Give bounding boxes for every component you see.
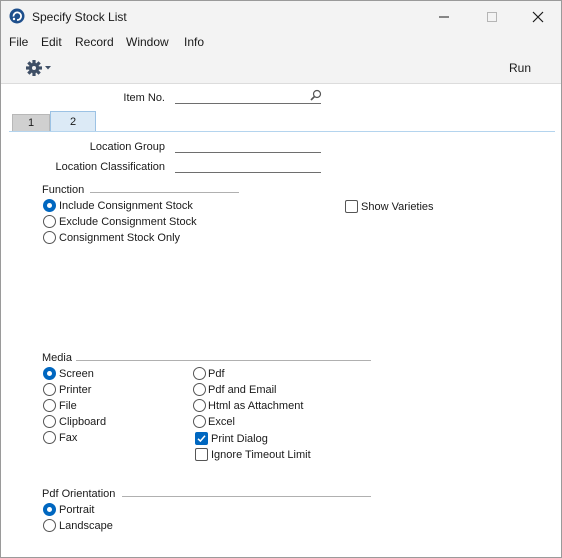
menu-info[interactable]: Info: [184, 35, 204, 49]
menu-file[interactable]: File: [9, 35, 28, 49]
minimize-button[interactable]: [421, 1, 467, 32]
html-as-attachment-label: Html as Attachment: [208, 400, 304, 412]
ignore-timeout-limit-label: Ignore Timeout Limit: [211, 449, 311, 461]
radio-pdf[interactable]: [193, 367, 206, 380]
exclude-consignment-stock-label: Exclude Consignment Stock: [59, 216, 197, 228]
checkmark-icon: [197, 435, 206, 443]
landscape-label: Landscape: [59, 520, 113, 532]
radio-pdf-and-email[interactable]: [193, 383, 206, 396]
excel-label: Excel: [208, 416, 235, 428]
radio-consignment-stock-only[interactable]: [43, 231, 56, 244]
gear-icon[interactable]: [25, 59, 53, 77]
menu-record[interactable]: Record: [75, 35, 114, 49]
clipboard-label: Clipboard: [59, 416, 107, 428]
chevron-down-icon: [45, 66, 51, 70]
maximize-button[interactable]: [469, 1, 515, 32]
media-group-title: Media: [42, 352, 72, 364]
location-classification-label: Location Classification: [55, 161, 165, 173]
specify-stock-list-window: Specify Stock List File Edit Record Wind…: [0, 0, 562, 558]
ignore-timeout-limit-checkbox[interactable]: [195, 448, 208, 461]
menu-edit[interactable]: Edit: [41, 35, 62, 49]
show-varieties-checkbox[interactable]: [345, 200, 358, 213]
pdf-and-email-label: Pdf and Email: [208, 384, 277, 396]
radio-file[interactable]: [43, 399, 56, 412]
minimize-icon: [439, 16, 449, 17]
file-label: File: [59, 400, 77, 412]
tab-2[interactable]: 2: [50, 111, 96, 132]
pdf-label: Pdf: [208, 368, 225, 380]
item-no-field[interactable]: [175, 88, 321, 104]
menu-window[interactable]: Window: [126, 35, 169, 49]
function-group-title: Function: [42, 184, 85, 196]
radio-portrait[interactable]: [43, 503, 56, 516]
include-consignment-stock-label: Include Consignment Stock: [59, 200, 193, 212]
radio-clipboard[interactable]: [43, 415, 56, 428]
fax-label: Fax: [59, 432, 78, 444]
window-title: Specify Stock List: [32, 10, 127, 24]
radio-html-as-attachment[interactable]: [193, 399, 206, 412]
radio-exclude-consignment-stock[interactable]: [43, 215, 56, 228]
portrait-label: Portrait: [59, 504, 95, 516]
menu-bar: File Edit Record Window Info: [1, 32, 561, 52]
function-group-rule: [90, 192, 239, 193]
run-button[interactable]: Run: [509, 61, 531, 75]
radio-include-consignment-stock[interactable]: [43, 199, 56, 212]
show-varieties-label: Show Varieties: [361, 201, 434, 213]
pdf-orientation-group-rule: [122, 496, 371, 497]
title-bar: Specify Stock List: [1, 1, 561, 32]
close-button[interactable]: [515, 1, 561, 32]
app-logo-icon: [9, 8, 25, 24]
location-group-field[interactable]: [175, 137, 321, 153]
pdf-orientation-group-title: Pdf Orientation: [42, 488, 116, 500]
print-dialog-label: Print Dialog: [211, 433, 268, 445]
tab-1[interactable]: 1: [12, 114, 50, 132]
close-icon: [532, 11, 544, 22]
screen-label: Screen: [59, 368, 94, 380]
printer-label: Printer: [59, 384, 92, 396]
location-group-label: Location Group: [89, 141, 165, 153]
print-dialog-checkbox[interactable]: [195, 432, 208, 445]
radio-printer[interactable]: [43, 383, 56, 396]
item-no-label: Item No.: [123, 92, 165, 104]
media-group-rule: [76, 360, 371, 361]
consignment-stock-only-label: Consignment Stock Only: [59, 232, 181, 244]
search-icon[interactable]: [309, 89, 322, 102]
radio-screen[interactable]: [43, 367, 56, 380]
tab-divider: [9, 131, 555, 132]
radio-landscape[interactable]: [43, 519, 56, 532]
location-classification-field[interactable]: [175, 157, 321, 173]
maximize-icon: [487, 11, 497, 22]
radio-excel[interactable]: [193, 415, 206, 428]
radio-fax[interactable]: [43, 431, 56, 444]
toolbar: Run: [1, 52, 561, 84]
